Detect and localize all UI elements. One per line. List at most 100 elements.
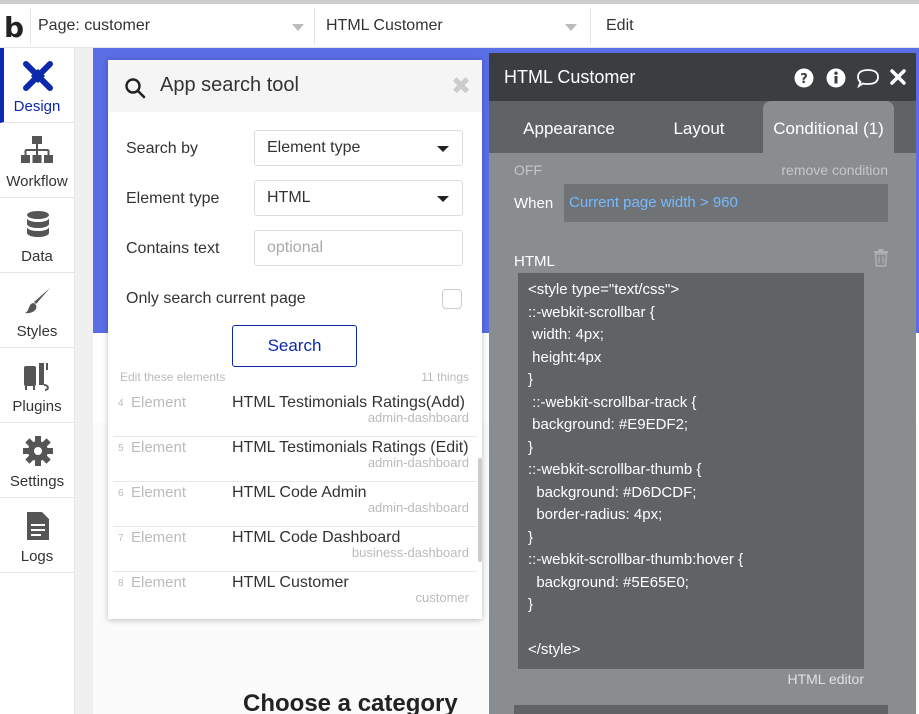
list-item[interactable]: 6 Element HTML Code Admin admin-dashboar… — [113, 482, 477, 527]
close-icon[interactable] — [889, 68, 907, 86]
left-sidebar: Design Workflow Data Styles Plugins Sett… — [0, 48, 75, 714]
tab-layout[interactable]: Layout — [659, 101, 739, 153]
search-button[interactable]: Search — [232, 325, 357, 367]
code-line: width: 4px; — [528, 326, 604, 343]
sidebar-item-label: Styles — [16, 323, 58, 340]
sidebar-item-label: Data — [21, 248, 53, 265]
result-page: business-dashboard — [351, 545, 469, 560]
sidebar-item-label: Design — [13, 98, 61, 115]
sidebar-item-label: Plugins — [12, 398, 62, 415]
code-line: } — [528, 528, 534, 546]
database-icon — [27, 211, 49, 237]
search-by-dropdown[interactable]: Element type — [254, 130, 463, 166]
code-line: background: #E9EDF2; — [528, 416, 689, 433]
list-item[interactable]: 5 Element HTML Testimonials Ratings (Edi… — [113, 437, 477, 482]
result-kind: Element — [131, 394, 187, 411]
result-page: admin-dashboard — [367, 410, 469, 425]
result-count: 11 things — [421, 370, 469, 384]
html-editor-link[interactable]: HTML editor — [787, 671, 864, 687]
divider — [30, 8, 31, 44]
code-line: <style type="text/css"> — [528, 281, 680, 298]
code-line: ::-webkit-scrollbar-track { — [528, 393, 697, 411]
divider — [314, 8, 315, 44]
bubble-logo[interactable]: b — [0, 8, 30, 48]
result-index: 8 — [118, 578, 124, 589]
condition-off-toggle[interactable]: OFF — [514, 162, 542, 178]
element-selector[interactable]: HTML Customer — [326, 4, 443, 48]
tab-appearance[interactable]: Appearance — [509, 101, 629, 153]
info-icon[interactable] — [826, 68, 846, 88]
html-property-label: HTML — [514, 253, 555, 270]
result-page: admin-dashboard — [367, 500, 469, 515]
when-label: When — [514, 195, 554, 212]
code-line: } — [528, 438, 534, 456]
result-index: 5 — [118, 443, 124, 454]
edit-menu[interactable]: Edit — [606, 4, 634, 48]
contains-text-label: Contains text — [126, 240, 220, 257]
result-kind: Element — [131, 574, 187, 591]
property-editor: HTML Customer ? Appearance Layout Condit… — [489, 53, 916, 714]
sidebar-item-workflow[interactable]: Workflow — [0, 123, 74, 198]
brush-icon — [25, 288, 50, 314]
tab-conditional[interactable]: Conditional (1) — [763, 101, 894, 153]
sidebar-item-logs[interactable]: Logs — [0, 498, 74, 573]
sidebar-item-settings[interactable]: Settings — [0, 423, 74, 498]
chevron-down-icon[interactable] — [292, 24, 304, 31]
code-line: ::-webkit-scrollbar-thumb:hover { — [528, 551, 744, 568]
design-icon — [23, 61, 53, 91]
help-icon[interactable]: ? — [794, 68, 814, 88]
page-selector[interactable]: Page: customer — [38, 4, 150, 48]
contains-text-input[interactable] — [254, 230, 463, 266]
code-line: </style> — [528, 641, 581, 658]
search-by-label: Search by — [126, 140, 199, 157]
sidebar-item-plugins[interactable]: Plugins — [0, 348, 74, 423]
code-line: background: #D6DCDF; — [528, 483, 697, 501]
page-heading[interactable]: Choose a category — [243, 690, 458, 714]
close-icon[interactable]: ✖ — [451, 72, 471, 101]
property-editor-tabs: Appearance Layout Conditional (1) — [489, 101, 916, 153]
html-code-field[interactable]: <style type="text/css"> ::-webkit-scroll… — [518, 273, 864, 669]
results-scrollbar[interactable] — [478, 458, 482, 562]
search-results-list: 4 Element HTML Testimonials Ratings(Add)… — [113, 392, 477, 614]
edit-these-elements-link[interactable]: Edit these elements — [120, 370, 225, 384]
remove-condition-link[interactable]: remove condition — [781, 162, 888, 178]
code-line: } — [528, 596, 534, 613]
sidebar-item-styles[interactable]: Styles — [0, 273, 74, 348]
sidebar-item-label: Workflow — [6, 173, 68, 190]
code-line: background: #5E65E0; — [528, 573, 689, 591]
comment-icon[interactable] — [856, 68, 880, 88]
code-line: } — [528, 371, 534, 388]
search-tool-header: App search tool ✖ — [108, 60, 482, 112]
result-kind: Element — [131, 529, 187, 546]
list-item[interactable]: 4 Element HTML Testimonials Ratings(Add)… — [113, 392, 477, 437]
condition-expression[interactable]: Current page width > 960 — [564, 184, 888, 222]
conditional-panel: OFF remove condition When Current page w… — [489, 153, 916, 714]
sidebar-item-label: Logs — [20, 548, 54, 565]
divider — [590, 8, 591, 44]
property-editor-title[interactable]: HTML Customer — [504, 67, 635, 88]
list-item[interactable]: 8 Element HTML Customer customer — [113, 572, 477, 614]
code-line: height:4px — [528, 348, 602, 366]
svg-text:?: ? — [800, 72, 808, 87]
result-page: admin-dashboard — [367, 455, 469, 470]
next-property-field[interactable] — [514, 705, 888, 714]
search-by-value: Element type — [267, 139, 361, 156]
code-line: ::-webkit-scrollbar-thumb { — [528, 461, 702, 478]
sidebar-item-label: Settings — [9, 473, 65, 490]
plug-icon — [24, 363, 49, 391]
result-page: customer — [415, 590, 469, 605]
search-icon — [125, 78, 146, 99]
list-item[interactable]: 7 Element HTML Code Dashboard business-d… — [113, 527, 477, 572]
element-type-dropdown[interactable]: HTML — [254, 180, 463, 216]
sidebar-item-design[interactable]: Design — [0, 48, 74, 123]
trash-icon[interactable] — [873, 249, 889, 267]
only-current-page-checkbox[interactable] — [442, 289, 462, 309]
property-editor-header: HTML Customer ? — [489, 53, 916, 101]
code-line: ::-webkit-scrollbar { — [528, 303, 655, 321]
only-current-page-label: Only search current page — [126, 290, 306, 307]
chevron-down-icon[interactable] — [565, 24, 577, 31]
result-kind: Element — [131, 439, 187, 456]
chevron-down-icon — [437, 196, 449, 202]
sidebar-item-data[interactable]: Data — [0, 198, 74, 273]
result-name: HTML Code Admin — [232, 484, 367, 501]
